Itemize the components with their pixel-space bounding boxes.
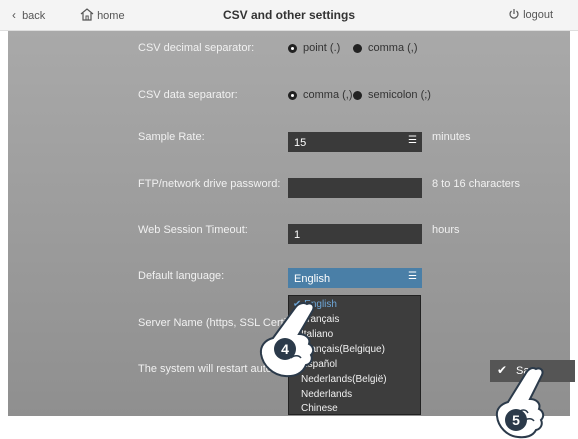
radio-unselected-icon <box>353 43 362 53</box>
session-timeout-input[interactable]: 1 <box>288 224 422 244</box>
csv-data-semicolon-label: semicolon (;) <box>368 89 431 101</box>
session-timeout-unit: hours <box>432 224 460 236</box>
sample-rate-label: Sample Rate: <box>138 131 205 143</box>
session-timeout-label: Web Session Timeout: <box>138 224 248 236</box>
default-language-select[interactable]: English ☰ <box>288 268 422 288</box>
sample-rate-value: 15 <box>294 137 307 149</box>
page-title: CSV and other settings <box>222 8 356 22</box>
menu-lines-icon: ☰ <box>408 271 417 282</box>
csv-decimal-label: CSV decimal separator: <box>138 42 255 54</box>
power-icon <box>509 9 519 19</box>
step-4-badge: 4 <box>274 338 296 360</box>
logout-label: logout <box>523 9 554 21</box>
radio-selected-icon <box>288 43 297 53</box>
csv-decimal-comma-radio[interactable]: comma (,) <box>353 42 418 54</box>
csv-decimal-point-radio[interactable]: point (.) <box>288 42 340 54</box>
csv-decimal-point-label: point (.) <box>303 42 341 54</box>
ftp-password-input[interactable] <box>288 178 422 198</box>
ftp-password-label: FTP/network drive password: <box>138 178 281 190</box>
default-language-label: Default language: <box>138 270 225 282</box>
session-timeout-value: 1 <box>294 229 301 241</box>
default-language-value: English <box>294 273 331 285</box>
radio-unselected-icon <box>353 90 362 100</box>
csv-decimal-comma-label: comma (,) <box>368 42 418 54</box>
menu-lines-icon: ☰ <box>408 135 417 146</box>
csv-data-label: CSV data separator: <box>138 89 238 101</box>
csv-data-comma-radio[interactable]: comma (,) <box>288 89 353 101</box>
top-bar: ‹ back home CSV and other settings logou… <box>0 0 578 31</box>
csv-data-comma-label: comma (,) <box>303 89 353 101</box>
sample-rate-unit: minutes <box>432 131 471 143</box>
radio-selected-icon <box>288 90 297 100</box>
step-5-badge: 5 <box>505 409 527 431</box>
dropdown-option-nederlands[interactable]: Nederlands <box>301 389 352 400</box>
dropdown-option-chinese[interactable]: Chinese <box>301 403 338 414</box>
ftp-password-hint: 8 to 16 characters <box>432 178 521 190</box>
csv-data-semicolon-radio[interactable]: semicolon (;) <box>353 89 431 101</box>
sample-rate-select[interactable]: 15 ☰ <box>288 132 422 152</box>
logout-button[interactable]: logout <box>508 8 553 21</box>
